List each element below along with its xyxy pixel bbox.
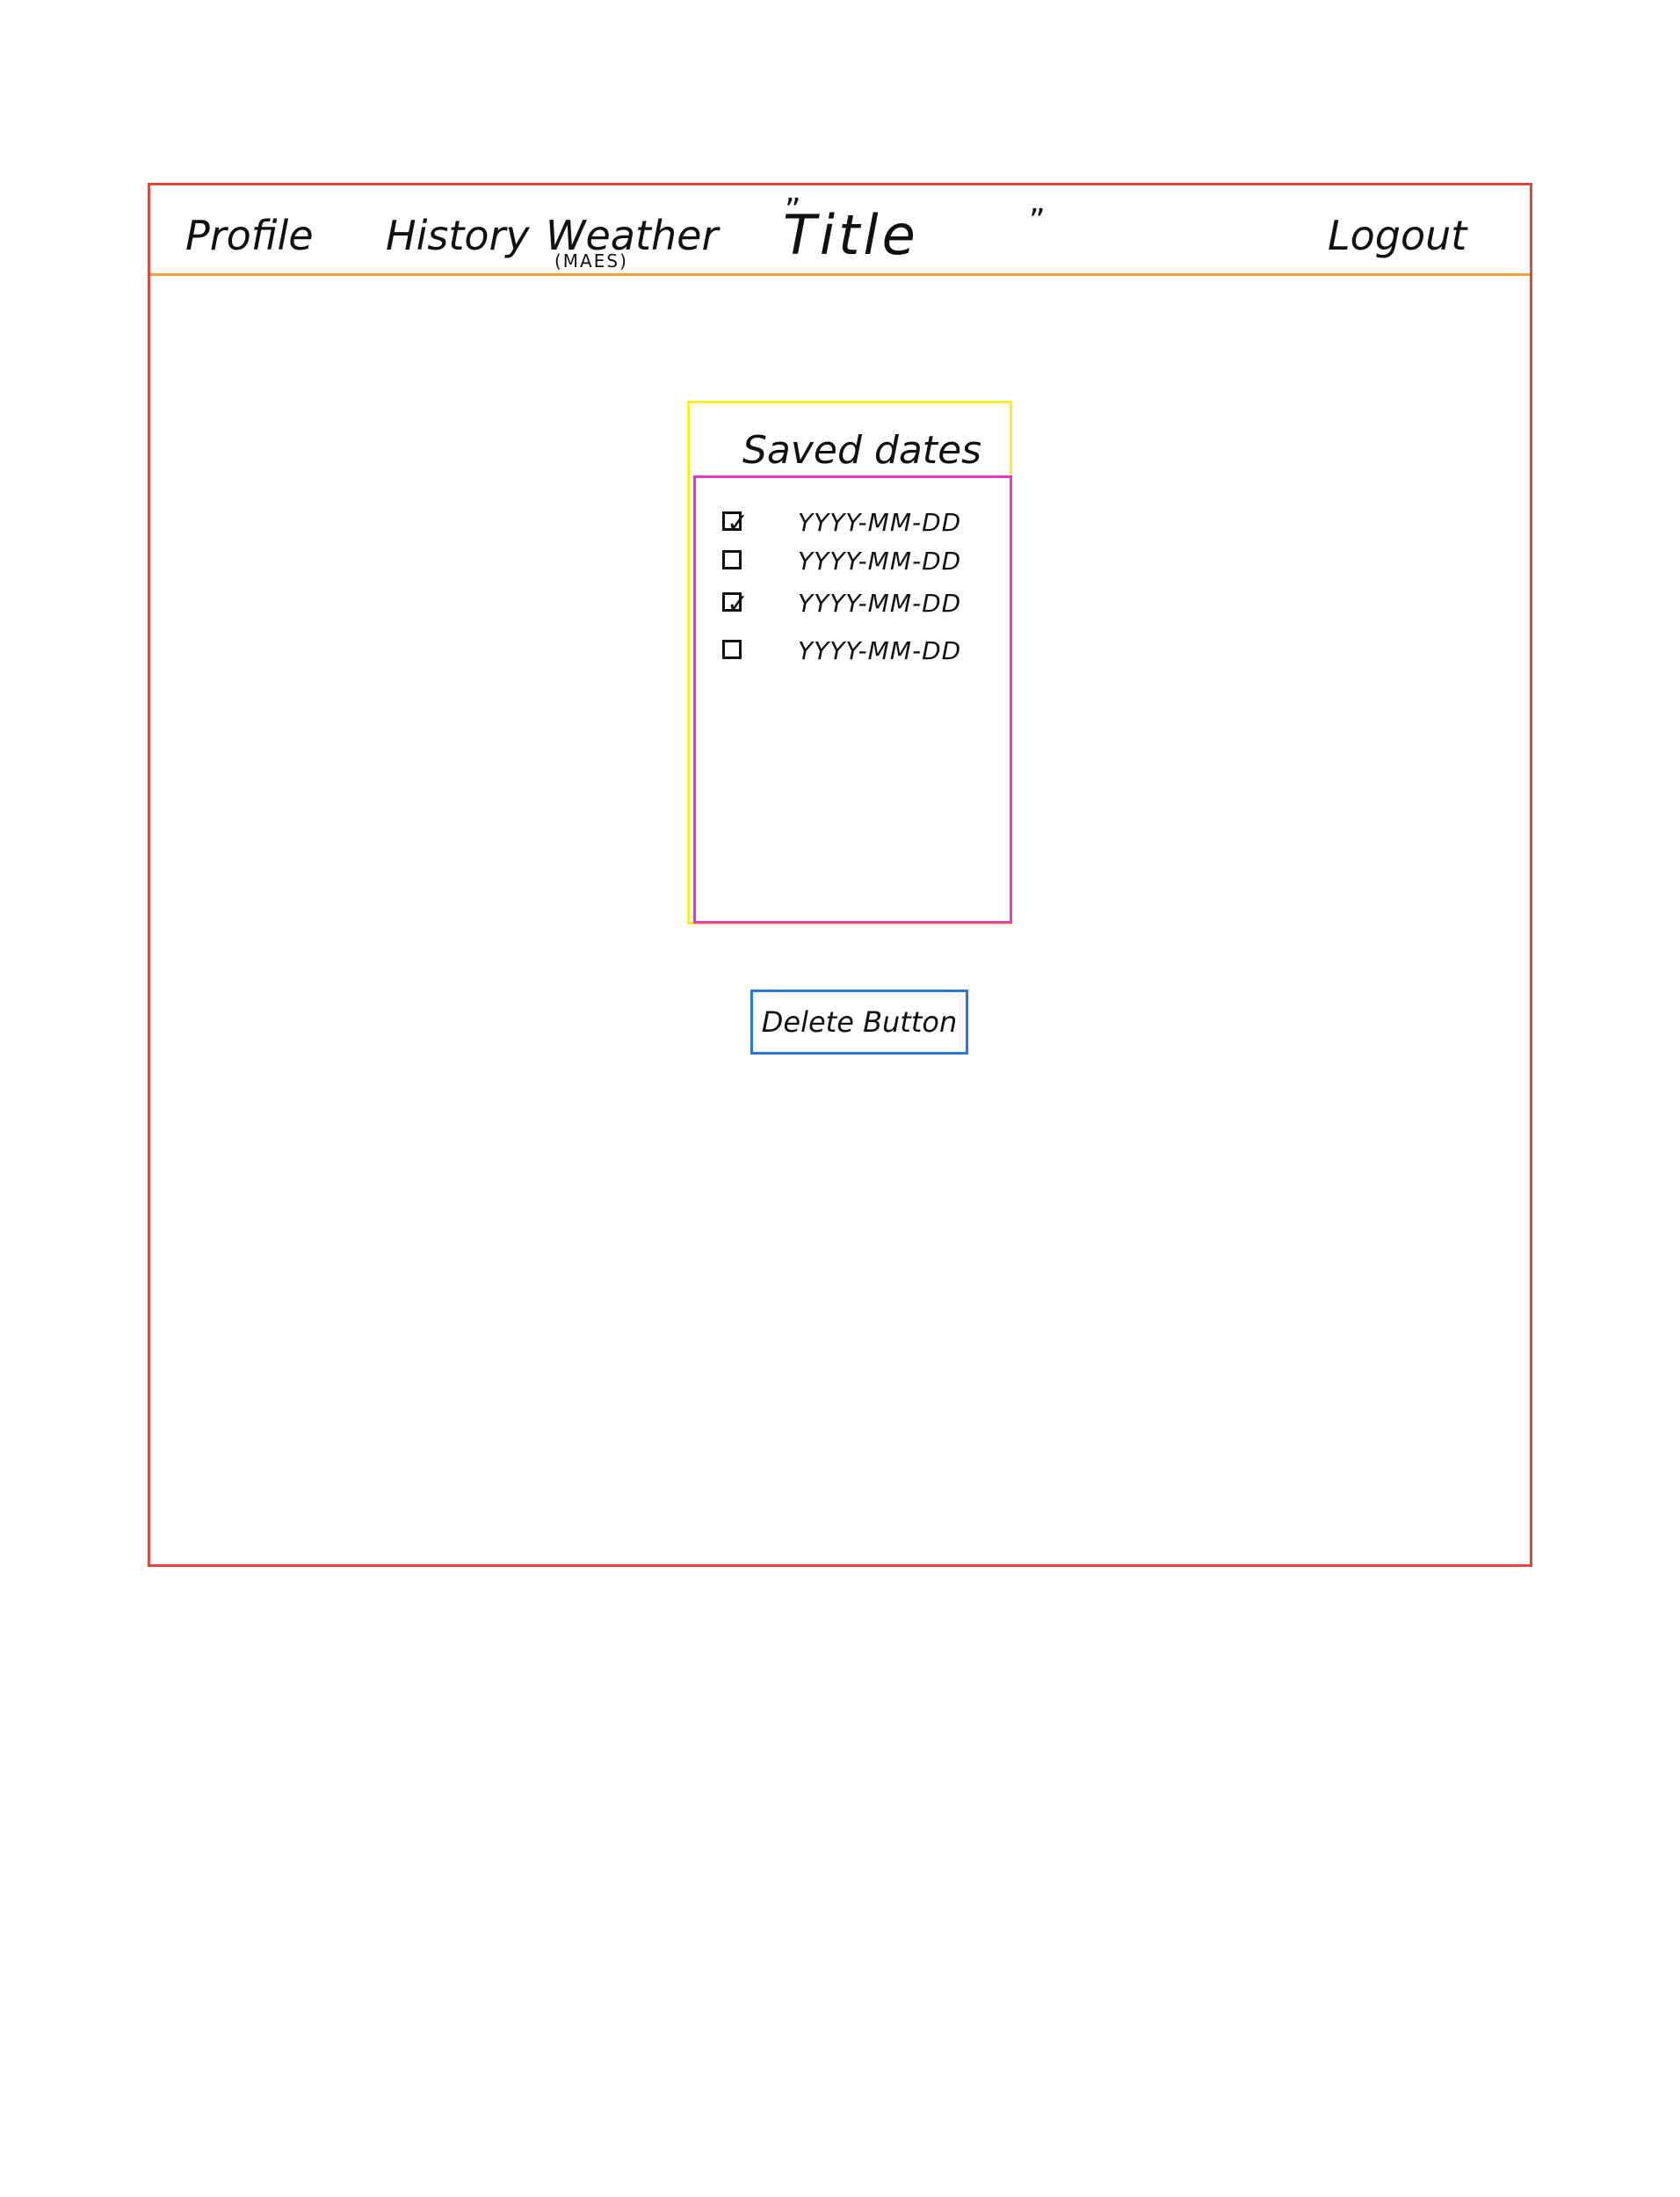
nav-weather-link[interactable]: Weather (MAES) (546, 215, 718, 270)
title-quote-close: ” (1029, 203, 1046, 239)
navbar: Profile History Weather (MAES) ” Title ”… (150, 185, 1530, 276)
saved-date-label: YYYY-MM-DD (798, 547, 962, 576)
saved-date-item[interactable]: ✓ YYYY-MM-DD (722, 504, 986, 540)
date-checkbox[interactable]: ✓ (722, 591, 749, 618)
delete-button[interactable]: Delete Button (750, 990, 968, 1055)
checkmark-icon: ✓ (727, 589, 749, 620)
date-checkbox[interactable] (722, 550, 742, 569)
nav-history-link[interactable]: History (386, 215, 530, 256)
saved-date-label: YYYY-MM-DD (798, 636, 962, 665)
saved-date-item[interactable]: ✓ YYYY-MM-DD (722, 585, 986, 620)
saved-date-item[interactable]: YYYY-MM-DD (722, 543, 986, 578)
checkmark-icon: ✓ (727, 508, 749, 539)
page-title: Title (783, 203, 919, 267)
saved-date-label: YYYY-MM-DD (798, 589, 962, 618)
saved-date-label: YYYY-MM-DD (798, 508, 962, 537)
saved-dates-panel: Saved dates ✓ YYYY-MM-DD YYYY-MM-DD ✓ YY… (687, 401, 1012, 924)
saved-date-item[interactable]: YYYY-MM-DD (722, 633, 986, 668)
date-checkbox[interactable] (722, 640, 742, 659)
saved-dates-list: ✓ YYYY-MM-DD YYYY-MM-DD ✓ YYYY-MM-DD YYY… (693, 475, 1012, 924)
date-checkbox[interactable]: ✓ (722, 511, 749, 537)
nav-profile-link[interactable]: Profile (185, 215, 314, 256)
saved-dates-heading: Saved dates (742, 428, 982, 473)
logout-link[interactable]: Logout (1328, 215, 1466, 256)
